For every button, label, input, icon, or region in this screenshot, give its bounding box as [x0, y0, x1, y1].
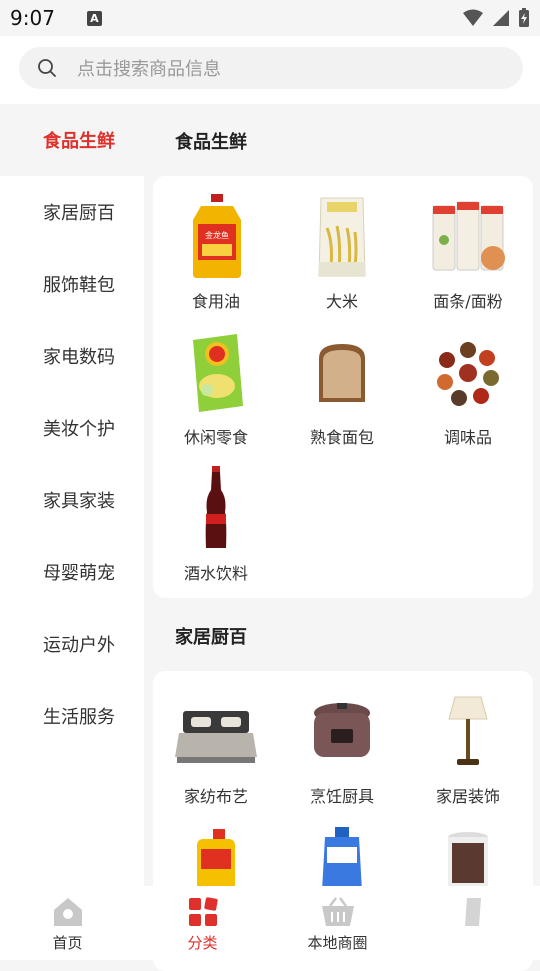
profile-icon	[464, 898, 481, 926]
category-item-label: 大米	[325, 292, 358, 311]
category-item-rice[interactable]: 大米	[279, 192, 405, 326]
noodle-packages-icon	[432, 201, 505, 271]
sidebar-item-label: 服饰鞋包	[43, 275, 115, 296]
category-icon	[188, 897, 218, 926]
home-icon	[53, 898, 82, 926]
sidebar-item-label: 生活服务	[43, 707, 115, 728]
sidebar-item-label: 食品生鲜	[43, 131, 115, 152]
sidebar-item-outdoor[interactable]: 运动户外	[0, 608, 144, 680]
sidebar-item-label: 家具家装	[43, 491, 115, 512]
section-title: 食品生鲜	[175, 132, 247, 153]
category-item-label: 面条/面粉	[433, 292, 503, 311]
category-item-label: 烹饪厨具	[309, 787, 374, 806]
nav-label: 分类	[187, 934, 218, 952]
category-item-label: 家纺布艺	[183, 787, 248, 806]
signal-icon	[493, 10, 509, 26]
sidebar-item-furniture[interactable]: 家具家装	[0, 464, 144, 536]
sidebar-item-label: 家居厨百	[43, 203, 115, 224]
search-icon	[38, 59, 56, 77]
sidebar-item-label: 母婴萌宠	[43, 563, 115, 584]
rice-bag-icon	[318, 197, 366, 277]
nav-label: 本地商圈	[307, 934, 368, 952]
category-item-label: 调味品	[443, 428, 492, 447]
table-lamp-icon	[448, 696, 488, 765]
section-title: 家居厨百	[175, 627, 247, 648]
bottom-nav: 首页 分类 本地商圈	[0, 886, 540, 960]
chips-bag-icon	[193, 334, 243, 412]
category-item-label: 休闲零食	[183, 428, 248, 447]
category-item-cookware[interactable]: 烹饪厨具	[279, 687, 405, 821]
spice-bowls-icon	[437, 342, 499, 406]
sidebar-item-food[interactable]: 食品生鲜	[0, 104, 144, 176]
category-item-bread[interactable]: 熟食面包	[279, 328, 405, 462]
notification-icon: A	[86, 10, 102, 26]
sidebar-item-baby-pet[interactable]: 母婴萌宠	[0, 536, 144, 608]
sidebar-item-label: 家电数码	[43, 347, 115, 368]
category-sidebar: 食品生鲜 家居厨百 服饰鞋包 家电数码 美妆个护 家具家装 母婴萌宠 运动户外 …	[0, 104, 144, 886]
sidebar-item-apparel[interactable]: 服饰鞋包	[0, 248, 144, 320]
sidebar-item-label: 美妆个护	[43, 419, 115, 440]
rice-cooker-icon	[314, 703, 370, 757]
status-time: 9:07	[10, 6, 55, 30]
search-input[interactable]: 点击搜索商品信息	[19, 47, 523, 89]
sidebar-item-label: 运动户外	[43, 635, 115, 656]
nav-category[interactable]: 分类	[135, 886, 270, 960]
category-item-snacks[interactable]: 休闲零食	[153, 328, 279, 462]
status-bar: 9:07 A	[0, 0, 540, 36]
svg-text:金龙鱼: 金龙鱼	[205, 230, 229, 240]
category-item-label: 家居装饰	[435, 787, 500, 806]
nav-local-business[interactable]: 本地商圈	[270, 886, 405, 960]
search-bar: 点击搜索商品信息	[0, 36, 540, 104]
sidebar-item-electronics[interactable]: 家电数码	[0, 320, 144, 392]
category-item-label: 酒水饮料	[183, 564, 248, 583]
category-item-label: 熟食面包	[309, 428, 374, 447]
battery-icon	[519, 8, 529, 27]
category-item-bedding[interactable]: 家纺布艺	[153, 687, 279, 821]
basket-icon	[321, 897, 354, 926]
sidebar-item-home-kitchen[interactable]: 家居厨百	[0, 176, 144, 248]
sidebar-item-beauty[interactable]: 美妆个护	[0, 392, 144, 464]
sidebar-item-services[interactable]: 生活服务	[0, 680, 144, 752]
category-item-drinks[interactable]: 酒水饮料	[153, 464, 279, 598]
category-item-home-decor[interactable]: 家居装饰	[405, 687, 531, 821]
nav-home[interactable]: 首页	[0, 886, 135, 960]
nav-label: 首页	[52, 934, 83, 952]
cola-bottle-icon	[205, 466, 227, 548]
category-item-cooking-oil[interactable]: 金龙鱼 食用油	[153, 192, 279, 326]
category-item-noodles[interactable]: 面条/面粉	[405, 192, 531, 326]
search-placeholder: 点击搜索商品信息	[77, 59, 221, 80]
cooking-oil-icon: 金龙鱼	[193, 194, 241, 278]
bread-slice-icon	[319, 344, 365, 402]
wifi-icon	[463, 9, 483, 26]
bed-icon	[175, 711, 257, 763]
category-item-seasoning[interactable]: 调味品	[405, 328, 531, 462]
nav-profile[interactable]	[405, 886, 540, 960]
category-item-label: 食用油	[191, 292, 240, 311]
category-card: 金龙鱼 食用油 大米 面条/面粉 休闲零食 熟食面包 调味品 酒水饮料	[153, 176, 533, 598]
